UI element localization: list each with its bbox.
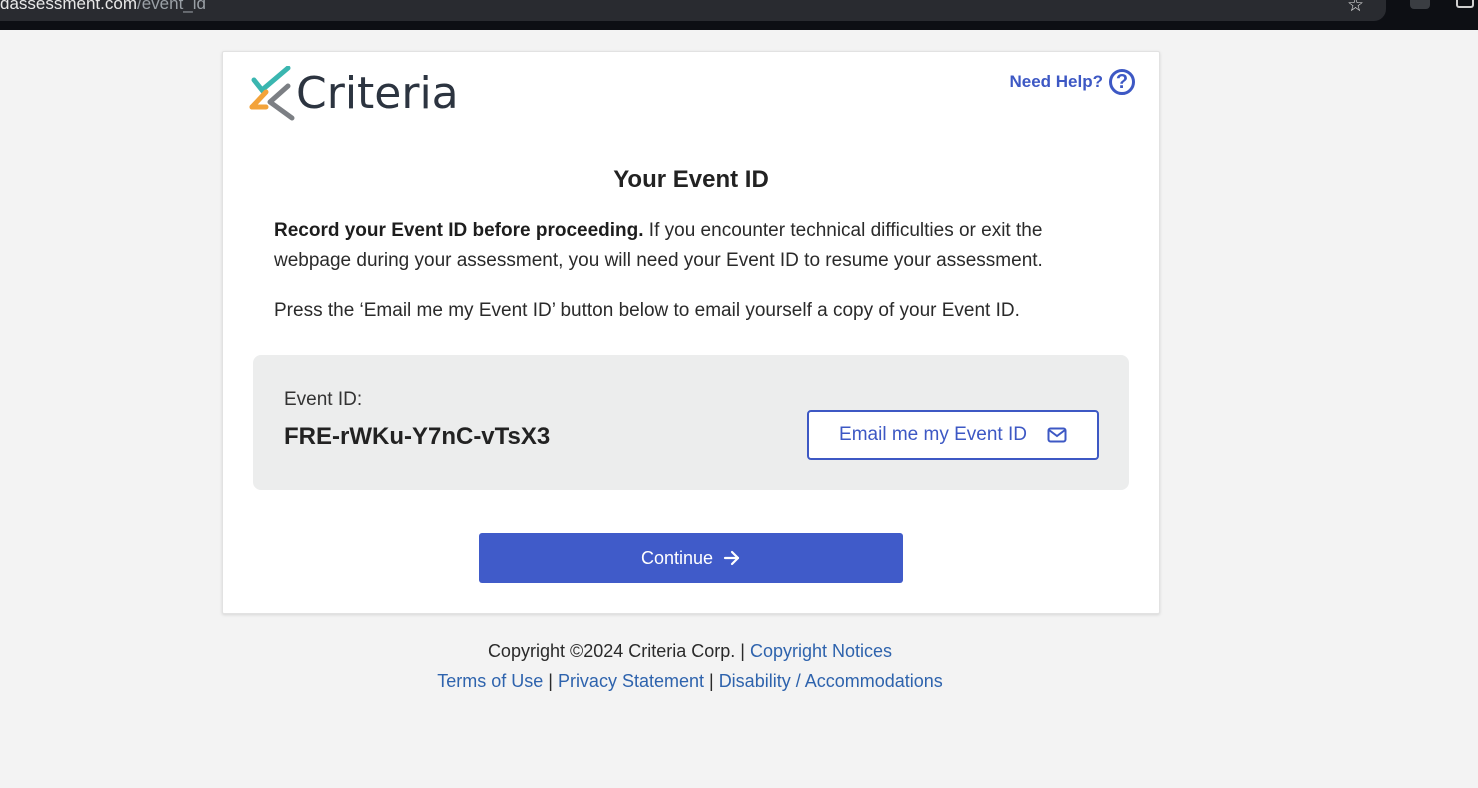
footer-separator: | bbox=[543, 671, 558, 691]
url-text[interactable]: dassessment.com/event_id bbox=[0, 0, 206, 14]
footer-line-2: Terms of Use | Privacy Statement | Disab… bbox=[0, 666, 1380, 696]
record-instructions-bold: Record your Event ID before proceeding. bbox=[274, 220, 644, 241]
terms-of-use-link[interactable]: Terms of Use bbox=[437, 671, 543, 691]
event-id-label: Event ID: bbox=[284, 389, 363, 410]
continue-button[interactable]: Continue bbox=[479, 533, 903, 583]
footer-separator: | bbox=[704, 671, 719, 691]
extension-icon[interactable] bbox=[1410, 0, 1430, 9]
disability-accommodations-link[interactable]: Disability / Accommodations bbox=[719, 671, 943, 691]
arrow-right-icon[interactable] bbox=[723, 549, 741, 567]
email-instructions: Press the ‘Email me my Event ID’ button … bbox=[274, 300, 1020, 321]
criteria-logo: Criteria bbox=[248, 65, 459, 122]
email-event-id-button[interactable]: Email me my Event ID bbox=[807, 410, 1099, 460]
copyright-notices-link[interactable]: Copyright Notices bbox=[750, 641, 892, 661]
criteria-logo-mark-icon bbox=[249, 65, 295, 121]
privacy-statement-link[interactable]: Privacy Statement bbox=[558, 671, 704, 691]
need-help-label[interactable]: Need Help? bbox=[1009, 72, 1103, 92]
copyright-text: Copyright ©2024 Criteria Corp. | bbox=[487, 641, 750, 661]
footer-line-1: Copyright ©2024 Criteria Corp. | Copyrig… bbox=[0, 636, 1380, 666]
email-button-label[interactable]: Email me my Event ID bbox=[839, 424, 1027, 446]
logo-wordmark: Criteria bbox=[296, 68, 459, 119]
event-id-card: Criteria Need Help? ? Your Event ID Reco… bbox=[222, 51, 1160, 614]
record-instructions: Record your Event ID before proceeding. … bbox=[274, 216, 1104, 276]
window-icon[interactable] bbox=[1456, 0, 1474, 8]
event-id-panel: Event ID: FRE-rWKu-Y7nC-vTsX3 Email me m… bbox=[253, 355, 1129, 490]
question-circle-icon[interactable]: ? bbox=[1109, 69, 1135, 95]
page-footer: Copyright ©2024 Criteria Corp. | Copyrig… bbox=[0, 636, 1380, 696]
bookmark-star-icon[interactable]: ☆ bbox=[1347, 0, 1364, 17]
browser-chrome: dassessment.com/event_id ☆ bbox=[0, 0, 1478, 30]
need-help-link[interactable]: Need Help? ? bbox=[1009, 69, 1135, 95]
continue-label[interactable]: Continue bbox=[641, 548, 713, 569]
address-bar[interactable]: dassessment.com/event_id ☆ bbox=[0, 0, 1386, 21]
page-title: Your Event ID bbox=[613, 166, 769, 193]
envelope-icon[interactable] bbox=[1047, 427, 1067, 443]
event-id-value: FRE-rWKu-Y7nC-vTsX3 bbox=[284, 423, 551, 450]
